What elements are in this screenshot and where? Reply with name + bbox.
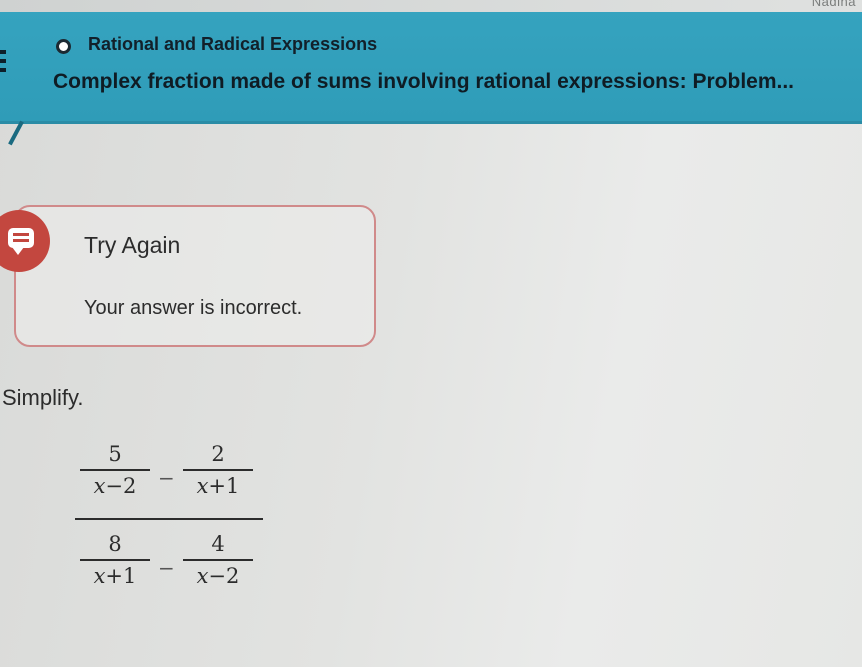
- fraction-numerator: 5: [108, 442, 122, 466]
- fraction-denominator: x+1: [93, 564, 137, 588]
- fraction-denominator: x−2: [196, 564, 240, 588]
- fraction-numerator: 4: [211, 532, 225, 556]
- fraction-8-over-x-plus-1: 8 x+1: [80, 532, 150, 588]
- fraction-5-over-x-minus-2: 5 x−2: [80, 442, 150, 498]
- fraction-numerator: 8: [108, 532, 122, 556]
- feedback-panel: [14, 205, 376, 347]
- topic-header: Rational and Radical Expressions Complex…: [0, 12, 862, 124]
- fraction-2-over-x-plus-1: 2 x+1: [183, 442, 253, 498]
- problem-instruction: Simplify.: [2, 385, 84, 410]
- feedback-message: Your answer is incorrect.: [84, 297, 303, 319]
- topic-title: Rational and Radical Expressions: [88, 34, 378, 54]
- minus-operator: −: [158, 466, 175, 490]
- complex-fraction: 5 x−2 − 2 x+1 8 x+1 − 4 x−2: [75, 440, 265, 610]
- feedback-title: Try Again: [84, 232, 181, 258]
- fraction-4-over-x-minus-2: 4 x−2: [183, 532, 253, 588]
- problem-title: Complex fraction made of sums involving …: [53, 70, 795, 93]
- main-fraction-bar: [75, 518, 263, 520]
- menu-icon[interactable]: [0, 50, 8, 80]
- fraction-numerator: 2: [211, 442, 225, 466]
- topic-status-icon: [56, 39, 71, 54]
- progress-indicator-icon: [8, 120, 24, 146]
- minus-operator: −: [158, 556, 175, 580]
- fraction-denominator: x−2: [93, 474, 137, 498]
- fraction-denominator: x+1: [196, 474, 240, 498]
- user-name: Nadina: [811, 0, 856, 9]
